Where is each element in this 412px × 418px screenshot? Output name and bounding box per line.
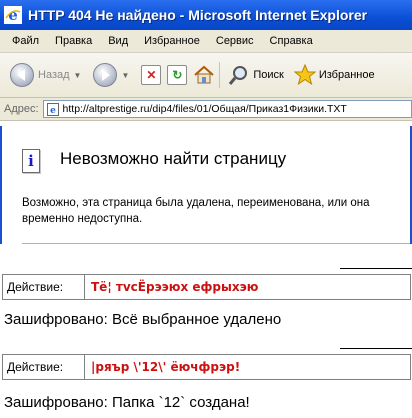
action-label: Действие: [3, 275, 85, 299]
back-button[interactable]: Назад ▼ [10, 60, 81, 90]
page-icon: e [46, 102, 59, 116]
stop-button[interactable]: ✕ [141, 60, 162, 90]
svg-text:e: e [50, 106, 56, 116]
toolbar: Назад ▼ ▼ ✕ ↻ Поиск Избранное [0, 53, 412, 98]
ie-window: e HTTP 404 Не найдено - Microsoft Intern… [0, 0, 412, 244]
chevron-down-icon[interactable]: ▼ [74, 71, 82, 80]
address-bar: Адрес: e http://altprestige.ru/dip4/file… [0, 98, 412, 121]
toolbar-separator [219, 62, 221, 88]
ie-logo-icon: e [4, 6, 22, 24]
address-input[interactable]: e http://altprestige.ru/dip4/files/01/Об… [42, 100, 412, 118]
action-field-1: Действие: Тё¦ тvсЁрээюх ефрыхэю [2, 274, 411, 300]
menu-file[interactable]: Файл [0, 35, 47, 47]
menu-help[interactable]: Справка [262, 35, 321, 47]
chevron-down-icon[interactable]: ▼ [121, 71, 129, 80]
error-description: Возможно, эта страница была удалена, пер… [22, 197, 370, 225]
window-title: HTTP 404 Не найдено - Microsoft Internet… [28, 7, 368, 23]
divider [340, 348, 412, 349]
stop-icon: ✕ [141, 65, 162, 85]
svg-text:e: e [8, 6, 18, 24]
search-label: Поиск [253, 69, 284, 81]
refresh-icon: ↻ [167, 65, 188, 85]
search-button[interactable]: Поиск [228, 60, 284, 90]
title-bar[interactable]: e HTTP 404 Не найдено - Microsoft Intern… [0, 0, 412, 30]
action-label: Действие: [3, 355, 85, 379]
menu-bar: Файл Правка Вид Избранное Сервис Справка [0, 30, 412, 53]
result-text: Зашифровано: Всё выбранное удалено [4, 311, 282, 328]
address-url: http://altprestige.ru/dip4/files/01/Обща… [62, 103, 347, 115]
menu-favorites[interactable]: Избранное [136, 35, 208, 47]
divider [340, 268, 412, 269]
back-label: Назад [38, 69, 70, 81]
menu-edit[interactable]: Правка [47, 35, 100, 47]
action-value[interactable]: Тё¦ тvсЁрээюх ефрыхэю [85, 275, 258, 299]
page-content: i Невозможно найти страницу Возможно, эт… [0, 121, 412, 244]
forward-button[interactable]: ▼ [93, 60, 129, 90]
favorites-button[interactable]: Избранное [293, 60, 375, 90]
action-field-2: Действие: |ряър \'12\' ёючфрэр! [2, 354, 411, 380]
error-heading: Невозможно найти страницу [60, 149, 287, 168]
result-text: Зашифровано: Папка `12` создана! [4, 394, 250, 411]
forward-arrow-icon [93, 63, 118, 87]
favorites-star-icon [293, 64, 316, 86]
divider [22, 243, 412, 244]
search-icon [229, 66, 248, 85]
refresh-button[interactable]: ↻ [167, 60, 188, 90]
home-icon [194, 65, 215, 84]
info-icon: i [22, 149, 40, 173]
home-button[interactable] [193, 60, 215, 90]
back-arrow-icon [10, 63, 34, 87]
window-border-left [0, 126, 2, 244]
action-value[interactable]: |ряър \'12\' ёючфрэр! [85, 355, 240, 379]
address-label: Адрес: [4, 103, 39, 115]
menu-tools[interactable]: Сервис [208, 35, 262, 47]
menu-view[interactable]: Вид [100, 35, 136, 47]
favorites-label: Избранное [318, 69, 375, 81]
